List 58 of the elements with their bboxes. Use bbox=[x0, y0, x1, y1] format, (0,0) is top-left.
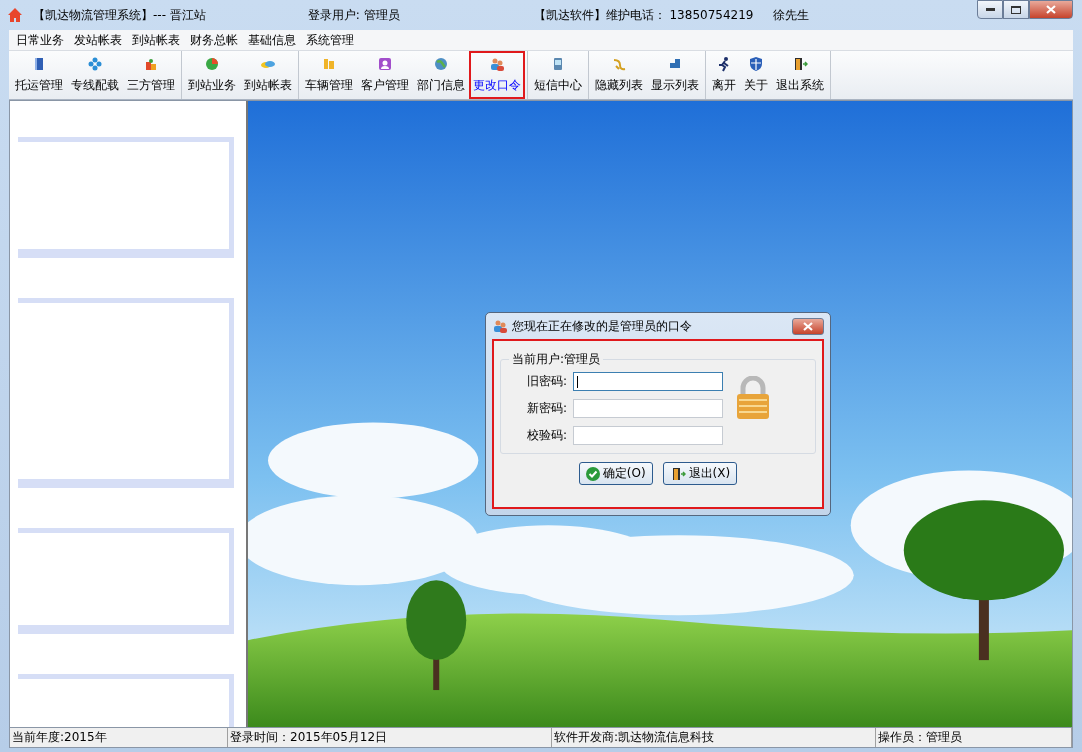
password-field[interactable] bbox=[573, 372, 724, 391]
field-label: 旧密码: bbox=[527, 373, 568, 390]
status-cell: 当前年度:2015年 bbox=[10, 728, 228, 747]
people-icon bbox=[492, 318, 508, 334]
toolbar-button[interactable]: 关于 bbox=[740, 51, 772, 99]
menu-item[interactable]: 基础信息 bbox=[243, 31, 301, 49]
toolbar-button[interactable]: 更改口令 bbox=[469, 51, 525, 99]
menu-item[interactable]: 系统管理 bbox=[301, 31, 359, 49]
close-button[interactable] bbox=[1029, 0, 1073, 19]
toolbar-button[interactable]: 显示列表 bbox=[647, 51, 703, 99]
toolbar-button[interactable]: 退出系统 bbox=[772, 51, 828, 99]
field-label: 校验码: bbox=[527, 427, 568, 444]
padlock-icon bbox=[735, 376, 772, 420]
checkmark-icon bbox=[585, 466, 600, 481]
toolbar-button[interactable]: 托运管理 bbox=[11, 51, 67, 99]
maximize-icon bbox=[1011, 5, 1021, 14]
person-icon bbox=[377, 56, 393, 72]
toolbar-button[interactable]: 专线配载 bbox=[67, 51, 123, 99]
toolbar-button[interactable]: 三方管理 bbox=[123, 51, 179, 99]
status-cell: 登录时间：2015年05月12日 bbox=[228, 728, 552, 747]
toolbar-button[interactable]: 离开 bbox=[708, 51, 740, 99]
maximize-button[interactable] bbox=[1003, 0, 1029, 19]
field-label: 新密码: bbox=[527, 400, 568, 417]
close-button[interactable] bbox=[792, 317, 824, 335]
menu-item[interactable]: 发站帐表 bbox=[69, 31, 127, 49]
minimize-icon bbox=[985, 8, 995, 11]
blocks-icon bbox=[143, 56, 159, 72]
text-cursor bbox=[577, 375, 579, 388]
toolbar-button[interactable]: 短信中心 bbox=[530, 51, 586, 99]
login-user-text: 登录用户: 管理员 bbox=[307, 6, 400, 24]
door-icon bbox=[792, 56, 808, 72]
toolbar-button[interactable]: 隐藏列表 bbox=[591, 51, 647, 99]
support-phone-text: 【凯达软件】维护电话： 13850754219 bbox=[533, 6, 754, 24]
toolbar-button[interactable]: 到站帐表 bbox=[240, 51, 296, 99]
dialog-button[interactable]: 确定(O) bbox=[578, 462, 653, 485]
dialog-title: 您现在正在修改的是管理员的口令 bbox=[512, 317, 692, 335]
shield-icon bbox=[748, 56, 764, 72]
minimize-button[interactable] bbox=[977, 0, 1003, 19]
password-field[interactable] bbox=[573, 399, 724, 418]
dialog-button[interactable]: 退出(X) bbox=[662, 462, 738, 485]
group-title: 当前用户:管理员 bbox=[511, 351, 602, 368]
window-title: 【凯达物流管理系统】--- 晋江站 bbox=[33, 6, 206, 24]
password-field[interactable] bbox=[573, 426, 724, 445]
house-icon bbox=[7, 7, 23, 23]
status-cell: 软件开发商:凯达物流信息科技 bbox=[552, 728, 876, 747]
contact-name: 徐先生 bbox=[773, 6, 810, 24]
toolbar-button[interactable]: 车辆管理 bbox=[301, 51, 357, 99]
toolbar-button[interactable]: 部门信息 bbox=[413, 51, 469, 99]
pie-chart-icon bbox=[204, 56, 220, 72]
toolbar-button[interactable]: 客户管理 bbox=[357, 51, 413, 99]
toolbar-button[interactable]: 到站业务 bbox=[184, 51, 240, 99]
status-cell: 操作员：管理员 bbox=[876, 728, 1072, 747]
menu-item[interactable]: 到站帐表 bbox=[127, 31, 185, 49]
close-icon bbox=[803, 321, 813, 331]
menu-item[interactable]: 日常业务 bbox=[11, 31, 69, 49]
people-icon bbox=[489, 56, 505, 72]
close-icon bbox=[1046, 5, 1056, 14]
menu-item[interactable]: 财务总帐 bbox=[185, 31, 243, 49]
